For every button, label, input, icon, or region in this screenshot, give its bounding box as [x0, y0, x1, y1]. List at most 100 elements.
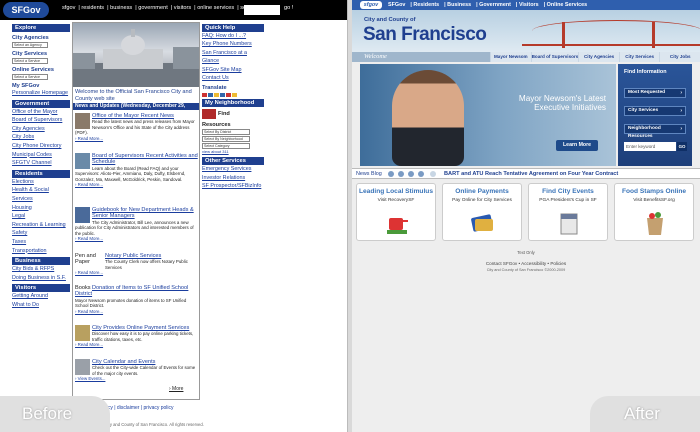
flag-icon[interactable]: [226, 93, 231, 98]
old-read-more[interactable]: › Read More...: [75, 136, 103, 141]
promo-title: Online Payments: [455, 188, 509, 195]
old-other-link[interactable]: SF Prospector/SFBizInfo: [202, 182, 264, 190]
city-services-button[interactable]: City Services ›: [624, 106, 686, 116]
flag-icon[interactable]: [232, 93, 237, 98]
expand-icon[interactable]: [430, 171, 436, 177]
promo-stimulus[interactable]: Leading Local Stimulus Visit RecoverySF: [356, 183, 436, 241]
old-quick-link[interactable]: SFGov Site Map: [202, 66, 264, 74]
old-news-title[interactable]: Board of Supervisors Recent Activities a…: [75, 153, 199, 166]
old-gov-link[interactable]: Municipal Codes: [12, 151, 70, 160]
old-district-select[interactable]: Select By District: [202, 129, 250, 136]
old-online-select[interactable]: Select a Service: [12, 74, 48, 80]
old-gov-link[interactable]: City Phone Directory: [12, 142, 70, 151]
keyword-input[interactable]: Enter keyword: [624, 142, 676, 151]
old-read-more[interactable]: › Read More...: [75, 182, 103, 187]
old-gov-link[interactable]: City Jobs: [12, 133, 70, 142]
old-read-more[interactable]: › Read More...: [75, 342, 103, 347]
old-res-link[interactable]: Recreation & Learning: [12, 221, 70, 230]
old-gov-link[interactable]: Office of the Mayor: [12, 108, 70, 117]
most-requested-button[interactable]: Most Requested ›: [624, 88, 686, 98]
old-agencies-select[interactable]: Select an Agency: [12, 42, 48, 48]
old-quick-link[interactable]: Contact Us: [202, 74, 264, 82]
old-other-link[interactable]: Emergency Services: [202, 165, 264, 173]
payment-thumbnail: [75, 325, 90, 341]
text-only-link[interactable]: Text Only: [352, 250, 700, 255]
promo-payments[interactable]: Online Payments Pay Online for City Serv…: [442, 183, 522, 241]
old-quick-link[interactable]: FAQ: How do I ...?: [202, 32, 264, 40]
old-nav-online[interactable]: online services: [197, 5, 234, 11]
old-nav-government[interactable]: government: [138, 5, 168, 11]
old-quick-link[interactable]: San Francisco at a Glance: [202, 49, 264, 66]
flag-icon[interactable]: [202, 93, 207, 98]
next-icon[interactable]: [418, 171, 424, 177]
old-res-link[interactable]: Elections: [12, 178, 70, 187]
new-nav-residents[interactable]: Residents: [413, 2, 439, 8]
new-nav-business[interactable]: Business: [447, 2, 471, 8]
pause-icon[interactable]: [408, 171, 414, 177]
old-res-link[interactable]: Health & Social Services: [12, 186, 70, 203]
old-bus-link[interactable]: City Bids & RFPS: [12, 265, 70, 274]
old-311-link[interactable]: view about 311: [202, 149, 264, 155]
old-news-title[interactable]: Guidebook for New Department Heads & Sen…: [75, 207, 199, 220]
tab-jobs[interactable]: City Jobs: [659, 52, 700, 62]
flag-icon[interactable]: [208, 93, 213, 98]
old-nav-sfgov[interactable]: sfgov: [62, 5, 75, 11]
old-go-button[interactable]: go !: [284, 5, 293, 11]
old-search-input[interactable]: [244, 5, 280, 15]
old-other-link[interactable]: Investor Relations: [202, 174, 264, 182]
old-services-label: City Services: [12, 51, 48, 57]
old-news-title[interactable]: Donation of Items to SF Unified School D…: [75, 285, 199, 298]
old-services-select[interactable]: Select a Service: [12, 58, 48, 64]
old-sfgov-logo[interactable]: SFGov: [3, 2, 49, 18]
learn-more-button[interactable]: Learn More: [556, 140, 598, 151]
old-res-link[interactable]: Taxes: [12, 238, 70, 247]
tab-board[interactable]: Board of Supervisors: [530, 52, 579, 62]
old-neighborhood-select[interactable]: Select By Neighborhood: [202, 136, 250, 143]
tab-mayor[interactable]: Mayor Newsom: [490, 52, 531, 62]
old-res-link[interactable]: Transportation: [12, 247, 70, 256]
new-nav-visitors[interactable]: Visitors: [519, 2, 539, 8]
old-top-nav: sfgov | residents | business | government | …: [62, 5, 260, 11]
grocery-bag-icon: [647, 212, 663, 235]
old-gov-link[interactable]: Board of Supervisors: [12, 116, 70, 125]
new-sfgov-logo[interactable]: sfgov: [360, 1, 382, 9]
news-headline[interactable]: BART and ATU Reach Tentative Agreement o…: [444, 171, 618, 177]
new-footer-links[interactable]: Contact SFGov • Accessibility • Policies: [352, 261, 700, 266]
old-quick-link[interactable]: Key Phone Numbers: [202, 40, 264, 48]
old-gov-link[interactable]: SFGTV Channel: [12, 159, 70, 168]
neighborhood-resources-button[interactable]: Neighborhood Resources ›: [624, 124, 686, 139]
tab-services[interactable]: City Services: [618, 52, 660, 62]
old-read-more[interactable]: › Read More...: [75, 236, 103, 241]
old-bus-link[interactable]: Doing Business in S.F.: [12, 274, 70, 283]
old-personalize-link[interactable]: Personalize Homepage: [12, 89, 70, 98]
new-nav-government[interactable]: Government: [479, 2, 511, 8]
old-nav-visitors[interactable]: visitors: [174, 5, 191, 11]
old-read-more[interactable]: › View Events...: [75, 376, 105, 381]
old-res-link[interactable]: Housing: [12, 204, 70, 213]
new-nav-sfgov[interactable]: SFGov: [388, 2, 405, 8]
after-screenshot: sfgov SFGov | Residents | Business | Govern…: [352, 0, 700, 432]
old-nav-business[interactable]: business: [110, 5, 132, 11]
old-read-more[interactable]: › Read More...: [75, 270, 103, 275]
promo-events[interactable]: Find City Events PGA President's Cup in …: [528, 183, 608, 241]
rss-icon[interactable]: [388, 171, 394, 177]
tab-agencies[interactable]: City Agencies: [578, 52, 619, 62]
translate-flags[interactable]: [202, 93, 264, 98]
keyword-go-button[interactable]: GO: [677, 142, 687, 151]
old-res-link[interactable]: Legal: [12, 212, 70, 221]
old-res-link[interactable]: Safety: [12, 229, 70, 238]
promo-food-stamps[interactable]: Food Stamps Online Visit BenefitsSF.org: [614, 183, 694, 241]
flag-icon[interactable]: [214, 93, 219, 98]
new-nav-online[interactable]: Online Services: [547, 2, 587, 8]
news-blog-label[interactable]: News Blog: [356, 171, 382, 177]
old-read-more[interactable]: › Read More...: [75, 309, 103, 314]
old-gov-link[interactable]: City Agencies: [12, 125, 70, 134]
flag-icon[interactable]: [220, 93, 225, 98]
old-news-body: Learn about the Board (Read FAQ) and you…: [75, 165, 186, 182]
old-more-link[interactable]: › More: [169, 386, 199, 392]
most-requested-label: Most Requested: [628, 90, 666, 95]
old-vis-link[interactable]: What to Do: [12, 301, 70, 310]
old-nav-residents[interactable]: residents: [81, 5, 104, 11]
previous-icon[interactable]: [398, 171, 404, 177]
old-vis-link[interactable]: Getting Around: [12, 292, 70, 301]
